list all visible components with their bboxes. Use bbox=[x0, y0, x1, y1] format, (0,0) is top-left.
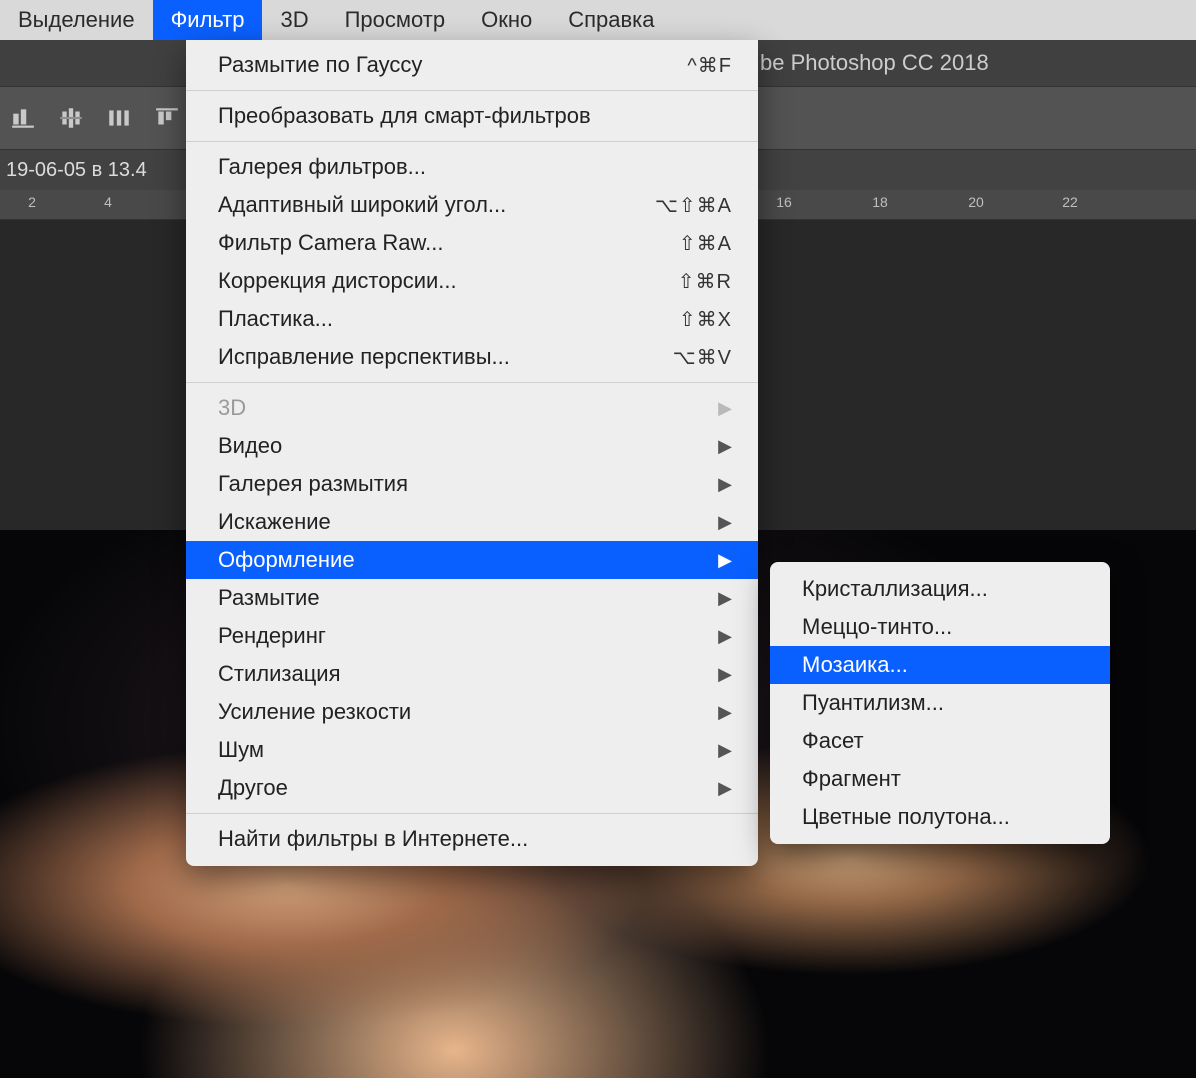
menu-item-label: Рендеринг bbox=[218, 623, 718, 649]
submenu-item[interactable]: Кристаллизация... bbox=[770, 570, 1110, 608]
menu-item[interactable]: Преобразовать для смарт-фильтров bbox=[186, 97, 758, 135]
menu-item[interactable]: Галерея фильтров... bbox=[186, 148, 758, 186]
menu-item-label: Коррекция дисторсии... bbox=[218, 268, 678, 294]
menu-item[interactable]: Исправление перспективы...⌥⌘V bbox=[186, 338, 758, 376]
chevron-right-icon: ▶ bbox=[718, 474, 732, 495]
chevron-right-icon: ▶ bbox=[718, 398, 732, 419]
submenu-item[interactable]: Цветные полутона... bbox=[770, 798, 1110, 836]
menubar-item-window[interactable]: Окно bbox=[463, 0, 550, 40]
filter-dropdown-menu: Размытие по Гауссу^⌘F Преобразовать для с… bbox=[186, 40, 758, 866]
submenu-item[interactable]: Мозаика... bbox=[770, 646, 1110, 684]
menu-item-shortcut: ⇧⌘R bbox=[678, 269, 732, 294]
menu-item-label: Видео bbox=[218, 433, 718, 459]
submenu-item[interactable]: Меццо-тинто... bbox=[770, 608, 1110, 646]
menu-item-label: Оформление bbox=[218, 547, 718, 573]
menu-item-label: Галерея фильтров... bbox=[218, 154, 732, 180]
menu-item-shortcut: ^⌘F bbox=[687, 53, 732, 78]
menu-item[interactable]: Пластика...⇧⌘X bbox=[186, 300, 758, 338]
submenu-item-label: Фрагмент bbox=[802, 766, 901, 792]
submenu-item-label: Фасет bbox=[802, 728, 864, 754]
menu-item[interactable]: Шум▶ bbox=[186, 731, 758, 769]
menu-item-label: Другое bbox=[218, 775, 718, 801]
align-distribute-icon[interactable] bbox=[102, 101, 136, 135]
menu-separator bbox=[186, 141, 758, 142]
menu-item: 3D▶ bbox=[186, 389, 758, 427]
menu-item-label: Найти фильтры в Интернете... bbox=[218, 826, 732, 852]
menu-item-shortcut: ⌥⌘V bbox=[673, 345, 732, 370]
menu-item-label: Пластика... bbox=[218, 306, 679, 332]
ruler-number: 18 bbox=[872, 194, 888, 210]
menubar-item-view[interactable]: Просмотр bbox=[327, 0, 463, 40]
menu-item-label: Размытие по Гауссу bbox=[218, 52, 687, 78]
menu-item[interactable]: Искажение▶ bbox=[186, 503, 758, 541]
menubar-item-3d[interactable]: 3D bbox=[262, 0, 326, 40]
window-title: be Photoshop CC 2018 bbox=[760, 50, 989, 76]
chevron-right-icon: ▶ bbox=[718, 702, 732, 723]
menu-item-label: Усиление резкости bbox=[218, 699, 718, 725]
menu-item[interactable]: Фильтр Camera Raw...⇧⌘A bbox=[186, 224, 758, 262]
menu-item-label: Шум bbox=[218, 737, 718, 763]
menu-item-label: Стилизация bbox=[218, 661, 718, 687]
menu-separator bbox=[186, 382, 758, 383]
menu-item-label: Преобразовать для смарт-фильтров bbox=[218, 103, 732, 129]
menu-item[interactable]: Рендеринг▶ bbox=[186, 617, 758, 655]
submenu-item-label: Меццо-тинто... bbox=[802, 614, 952, 640]
chevron-right-icon: ▶ bbox=[718, 664, 732, 685]
menu-item-shortcut: ⌥⇧⌘A bbox=[655, 193, 732, 218]
submenu-item-label: Пуантилизм... bbox=[802, 690, 944, 716]
chevron-right-icon: ▶ bbox=[718, 740, 732, 761]
ruler-number: 16 bbox=[776, 194, 792, 210]
menubar: Выделение Фильтр 3D Просмотр Окно Справк… bbox=[0, 0, 1196, 40]
menu-item-label: Исправление перспективы... bbox=[218, 344, 673, 370]
menu-item[interactable]: Оформление▶ bbox=[186, 541, 758, 579]
menu-item[interactable]: Размытие▶ bbox=[186, 579, 758, 617]
menu-item[interactable]: Стилизация▶ bbox=[186, 655, 758, 693]
menu-item[interactable]: Адаптивный широкий угол...⌥⇧⌘A bbox=[186, 186, 758, 224]
menu-item[interactable]: Найти фильтры в Интернете... bbox=[186, 820, 758, 858]
menu-item[interactable]: Коррекция дисторсии...⇧⌘R bbox=[186, 262, 758, 300]
menu-item-shortcut: ⇧⌘A bbox=[679, 231, 732, 256]
menubar-item-selection[interactable]: Выделение bbox=[0, 0, 153, 40]
ruler-number: 20 bbox=[968, 194, 984, 210]
submenu-item-label: Кристаллизация... bbox=[802, 576, 988, 602]
menubar-item-help[interactable]: Справка bbox=[550, 0, 672, 40]
align-center-vertical-icon[interactable] bbox=[54, 101, 88, 135]
menu-item-label: Адаптивный широкий угол... bbox=[218, 192, 655, 218]
submenu-item[interactable]: Фасет bbox=[770, 722, 1110, 760]
document-tab-label: 19-06-05 в 13.4 bbox=[6, 159, 147, 182]
menu-item[interactable]: Галерея размытия▶ bbox=[186, 465, 758, 503]
menu-separator bbox=[186, 90, 758, 91]
chevron-right-icon: ▶ bbox=[718, 512, 732, 533]
ruler-number: 2 bbox=[28, 194, 36, 210]
menu-item-label: 3D bbox=[218, 395, 718, 421]
menu-item-shortcut: ⇧⌘X bbox=[679, 307, 732, 332]
menu-item-label: Галерея размытия bbox=[218, 471, 718, 497]
menu-separator bbox=[186, 813, 758, 814]
submenu-item[interactable]: Фрагмент bbox=[770, 760, 1110, 798]
ruler-number: 4 bbox=[104, 194, 112, 210]
chevron-right-icon: ▶ bbox=[718, 550, 732, 571]
ruler-number: 22 bbox=[1062, 194, 1078, 210]
menu-item-label: Фильтр Camera Raw... bbox=[218, 230, 679, 256]
align-top-icon[interactable] bbox=[150, 101, 184, 135]
menu-item[interactable]: Размытие по Гауссу^⌘F bbox=[186, 46, 758, 84]
chevron-right-icon: ▶ bbox=[718, 588, 732, 609]
chevron-right-icon: ▶ bbox=[718, 778, 732, 799]
align-bottom-icon[interactable] bbox=[6, 101, 40, 135]
menubar-item-filter[interactable]: Фильтр bbox=[153, 0, 263, 40]
menu-item[interactable]: Другое▶ bbox=[186, 769, 758, 807]
filter-submenu: Кристаллизация... Меццо-тинто... Мозаика..… bbox=[770, 562, 1110, 844]
chevron-right-icon: ▶ bbox=[718, 436, 732, 457]
submenu-item-label: Мозаика... bbox=[802, 652, 908, 678]
submenu-item[interactable]: Пуантилизм... bbox=[770, 684, 1110, 722]
menu-item-label: Искажение bbox=[218, 509, 718, 535]
menu-item-label: Размытие bbox=[218, 585, 718, 611]
menu-item[interactable]: Усиление резкости▶ bbox=[186, 693, 758, 731]
menu-item[interactable]: Видео▶ bbox=[186, 427, 758, 465]
submenu-item-label: Цветные полутона... bbox=[802, 804, 1010, 830]
chevron-right-icon: ▶ bbox=[718, 626, 732, 647]
